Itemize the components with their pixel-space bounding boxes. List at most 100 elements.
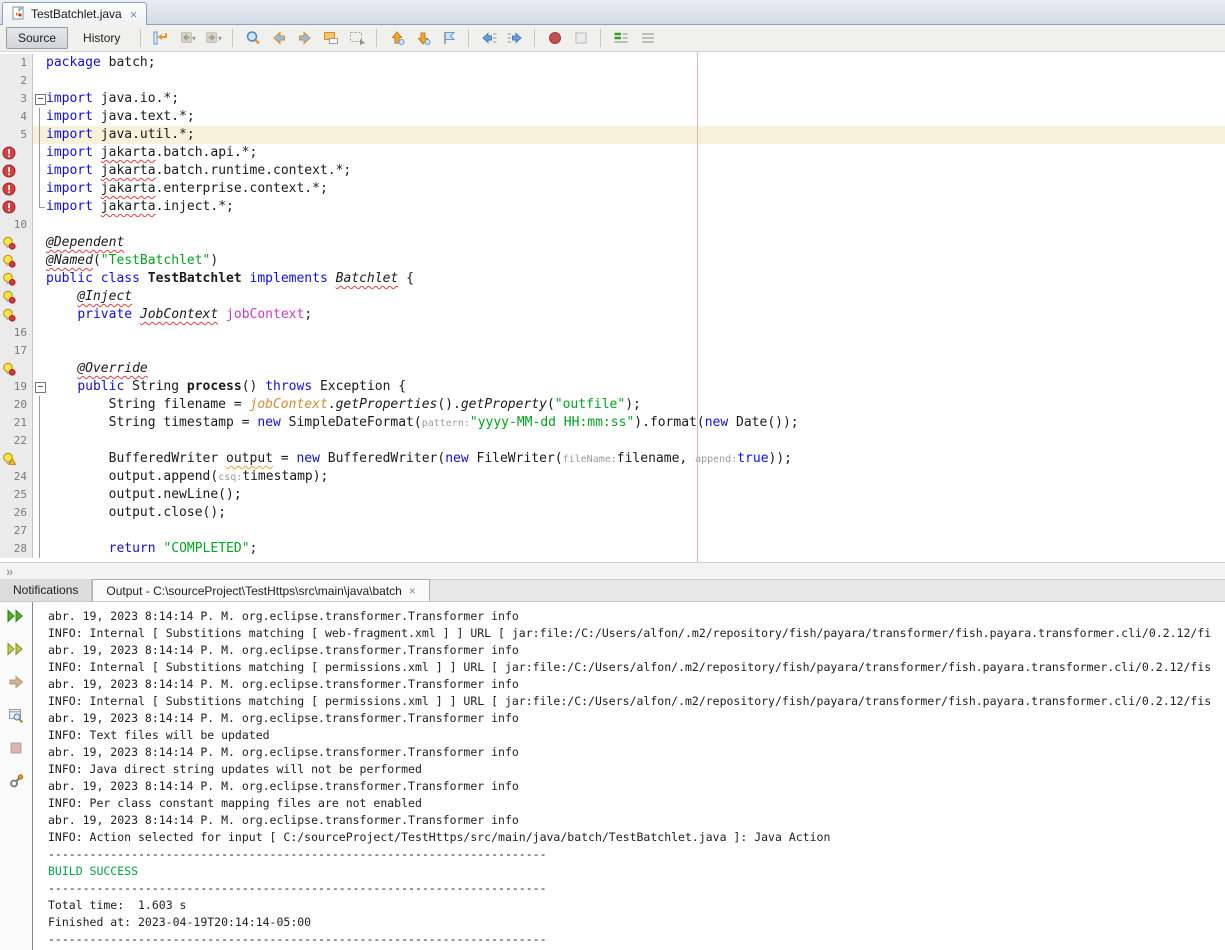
code-line[interactable]: 1package batch; [0, 54, 1225, 72]
back-icon[interactable]: ▾ [175, 27, 198, 50]
search-output-icon[interactable] [5, 706, 27, 726]
tab-close-icon[interactable]: × [128, 8, 138, 21]
code-line[interactable]: import jakarta.inject.*; [0, 198, 1225, 216]
code-line[interactable]: import jakarta.batch.api.*; [0, 144, 1225, 162]
breadcrumb-expand-icon[interactable]: » [6, 564, 13, 579]
find-previous-occurrence-icon[interactable] [267, 27, 290, 50]
gutter-cell[interactable]: 10 [0, 216, 33, 234]
gutter-cell[interactable] [0, 252, 33, 270]
code-line-body [33, 216, 1225, 234]
gutter-cell[interactable]: 16 [0, 324, 33, 342]
find-next-occurrence-icon[interactable] [293, 27, 316, 50]
code-line[interactable]: 28 return "COMPLETED"; [0, 540, 1225, 558]
fold-column[interactable] [33, 90, 46, 108]
shift-line-right-icon[interactable] [503, 27, 526, 50]
last-edit-location-icon[interactable] [149, 27, 172, 50]
gutter-cell[interactable] [0, 162, 33, 180]
gutter-cell[interactable] [0, 144, 33, 162]
output-console[interactable]: abr. 19, 2023 8:14:14 P. M. org.eclipse.… [33, 602, 1225, 950]
gutter-cell[interactable]: 20 [0, 396, 33, 414]
gutter-cell[interactable]: 1 [0, 54, 33, 72]
gutter-cell[interactable] [0, 360, 33, 378]
gutter-cell[interactable]: 5 [0, 126, 33, 144]
gutter-cell[interactable]: 2 [0, 72, 33, 90]
code-line[interactable]: 20 String filename = jobContext.getPrope… [0, 396, 1225, 414]
stop-build-icon[interactable] [5, 739, 27, 759]
gutter-cell[interactable] [0, 288, 33, 306]
comment-icon[interactable] [609, 27, 632, 50]
gutter-cell[interactable]: 21 [0, 414, 33, 432]
start-macro-recording-icon[interactable] [543, 27, 566, 50]
code-line[interactable]: @Dependent [0, 234, 1225, 252]
gutter-cell[interactable]: 24 [0, 468, 33, 486]
next-bookmark-icon[interactable] [411, 27, 434, 50]
gutter-cell[interactable] [0, 306, 33, 324]
gutter-cell[interactable] [0, 198, 33, 216]
code-line[interactable]: 19 public String process() throws Except… [0, 378, 1225, 396]
code-line[interactable]: @Inject [0, 288, 1225, 306]
code-line[interactable]: 4import java.text.*; [0, 108, 1225, 126]
gutter-cell[interactable]: 27 [0, 522, 33, 540]
output-line: abr. 19, 2023 8:14:14 P. M. org.eclipse.… [48, 778, 1225, 795]
code-line[interactable]: private JobContext jobContext; [0, 306, 1225, 324]
gutter-cell[interactable] [0, 234, 33, 252]
code-line[interactable]: @Named("TestBatchlet") [0, 252, 1225, 270]
code-line[interactable]: 24 output.append(csq:timestamp); [0, 468, 1225, 486]
toggle-bookmark-icon[interactable] [437, 27, 460, 50]
history-view-button[interactable]: History [71, 27, 132, 49]
gutter-cell[interactable]: 25 [0, 486, 33, 504]
code-line[interactable]: 10 [0, 216, 1225, 234]
previous-bookmark-icon[interactable] [385, 27, 408, 50]
code-line-body: import java.io.*; [33, 90, 1225, 108]
code-line-body: output.close(); [33, 504, 1225, 522]
error-hint-bulb-icon [2, 236, 16, 250]
gutter-cell[interactable]: 4 [0, 108, 33, 126]
code-line[interactable]: public class TestBatchlet implements Bat… [0, 270, 1225, 288]
gutter-cell[interactable] [0, 270, 33, 288]
gutter-cell[interactable]: 28 [0, 540, 33, 558]
shift-line-left-icon[interactable] [477, 27, 500, 50]
source-view-button[interactable]: Source [6, 27, 68, 49]
fold-column[interactable] [33, 378, 46, 396]
code-line[interactable]: @Override [0, 360, 1225, 378]
code-line[interactable]: 3import java.io.*; [0, 90, 1225, 108]
code-text: String filename = jobContext.getProperti… [46, 396, 641, 414]
output-line: INFO: Internal [ Substitions matching [ … [48, 625, 1225, 642]
find-selection-icon[interactable] [241, 27, 264, 50]
code-line[interactable]: 5import java.util.*; [0, 126, 1225, 144]
code-line[interactable]: import jakarta.batch.runtime.context.*; [0, 162, 1225, 180]
uncomment-icon[interactable] [635, 27, 658, 50]
code-line[interactable]: 16 [0, 324, 1225, 342]
output-options-icon[interactable] [5, 772, 27, 792]
code-editor[interactable]: 1package batch;23import java.io.*;4impor… [0, 52, 1225, 562]
code-line[interactable]: 26 output.close(); [0, 504, 1225, 522]
gutter-cell[interactable]: 19 [0, 378, 33, 396]
code-line-body: private JobContext jobContext; [33, 306, 1225, 324]
editor-tab[interactable]: TestBatchlet.java × [2, 2, 147, 25]
gutter-cell[interactable] [0, 180, 33, 198]
code-line[interactable]: 21 String timestamp = new SimpleDateForm… [0, 414, 1225, 432]
tab-output[interactable]: Output - C:\sourceProject\TestHttps\src\… [92, 579, 429, 601]
code-line[interactable]: 27 [0, 522, 1225, 540]
code-line[interactable]: import jakarta.enterprise.context.*; [0, 180, 1225, 198]
rerun-with-goals-icon[interactable] [5, 640, 27, 660]
resume-icon[interactable] [5, 673, 27, 693]
tab-notifications[interactable]: Notifications [0, 579, 92, 601]
output-tab-close-icon[interactable]: × [409, 584, 416, 598]
gutter-cell[interactable]: 3 [0, 90, 33, 108]
gutter-cell[interactable]: 22 [0, 432, 33, 450]
code-line[interactable]: 25 output.newLine(); [0, 486, 1225, 504]
code-line[interactable]: 2 [0, 72, 1225, 90]
toggle-highlight-search-icon[interactable] [319, 27, 342, 50]
code-line-body: import java.text.*; [33, 108, 1225, 126]
forward-icon[interactable]: ▾ [201, 27, 224, 50]
rerun-build-icon[interactable] [5, 607, 27, 627]
gutter-cell[interactable]: 17 [0, 342, 33, 360]
gutter-cell[interactable] [0, 450, 33, 468]
code-line[interactable]: 22 [0, 432, 1225, 450]
code-line[interactable]: BufferedWriter output = new BufferedWrit… [0, 450, 1225, 468]
gutter-cell[interactable]: 26 [0, 504, 33, 522]
stop-macro-recording-icon[interactable] [569, 27, 592, 50]
toggle-rectangular-selection-icon[interactable] [345, 27, 368, 50]
code-line[interactable]: 17 [0, 342, 1225, 360]
